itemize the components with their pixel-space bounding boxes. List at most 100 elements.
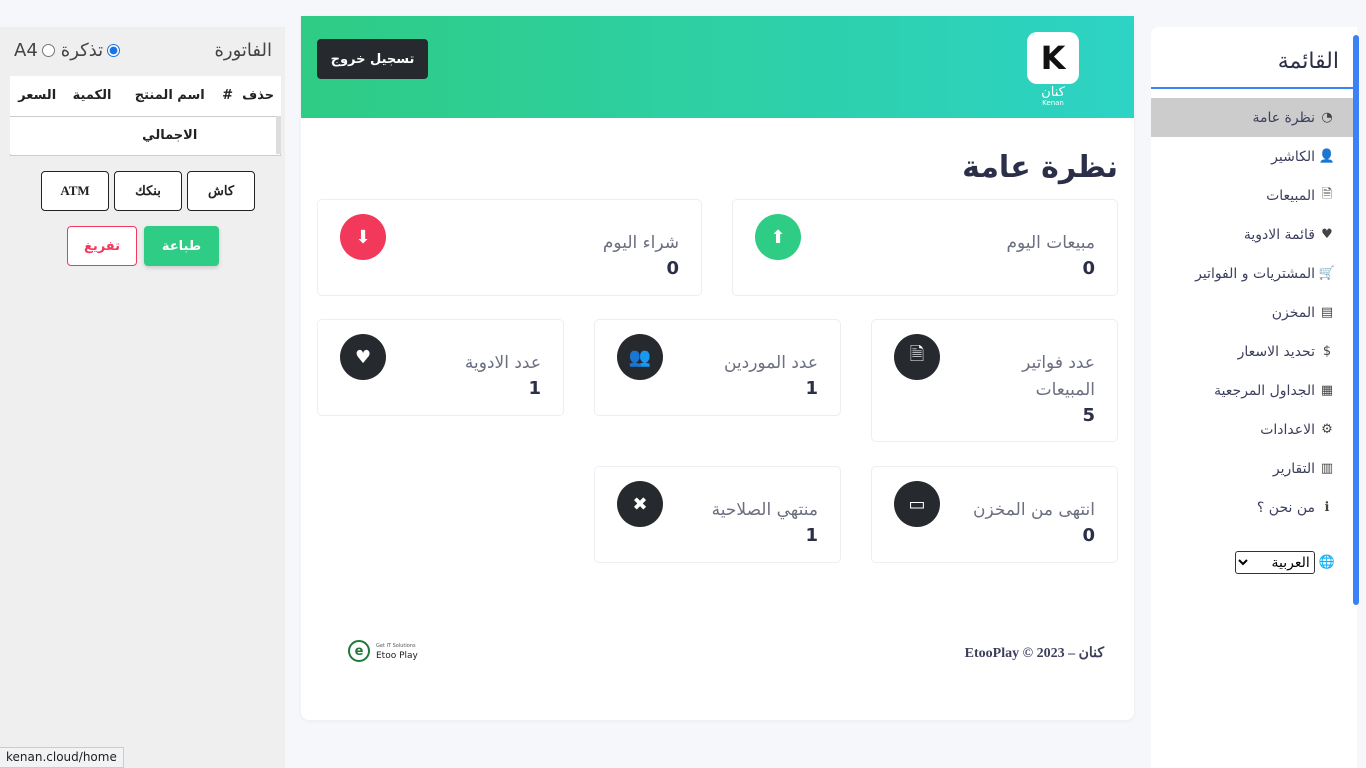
stat-value: 5 — [1082, 405, 1095, 426]
logo-sub-name: Kenan — [1042, 99, 1064, 107]
kenan-logo: K — [1027, 32, 1079, 84]
file-icon: 🗎 — [894, 334, 940, 380]
gear-icon: ⚙ — [1321, 422, 1333, 437]
stat-card-today-purchases: شراء اليوم 0 ⬇ — [317, 199, 702, 296]
stat-label: انتهى من المخزن — [972, 500, 1095, 520]
table-header-row: حذف # اسم المنتج الكمية السعر — [10, 76, 281, 117]
file-icon: 🗎 — [1321, 186, 1333, 202]
bankak-button[interactable]: بنكك — [114, 171, 182, 211]
sidebar-item-label: المشتريات و الفواتير — [1195, 265, 1315, 282]
stat-value: 0 — [666, 258, 679, 279]
stat-card-out-of-stock: انتهى من المخزن 0 ▭ — [871, 466, 1118, 563]
sidebar-title: القائمة — [1151, 27, 1357, 89]
column-header-price: السعر — [10, 76, 65, 117]
stat-card-sales-invoices: عدد فواتير المبيعات 5 🗎 — [871, 319, 1118, 442]
status-bar-url: kenan.cloud/home — [0, 747, 124, 768]
stat-label: عدد الادوية — [464, 353, 541, 373]
stat-value: 1 — [528, 378, 541, 399]
tachometer-icon: ◔ — [1321, 110, 1333, 125]
sidebar-item-settings[interactable]: ⚙ الاعدادات — [1151, 410, 1357, 449]
sidebar-item-label: المبيعات — [1266, 187, 1315, 204]
sidebar: القائمة ◔ نظرة عامة 👤 الكاشير 🗎 المبيعات… — [1151, 27, 1359, 768]
sidebar-item-pricing[interactable]: $ تحديد الاسعار — [1151, 332, 1357, 371]
stat-label: عدد فواتير المبيعات — [1022, 353, 1095, 400]
sidebar-item-sales[interactable]: 🗎 المبيعات — [1151, 176, 1357, 215]
heart-icon: ♥ — [1321, 227, 1333, 242]
print-button[interactable]: طباعة — [144, 226, 219, 266]
payment-methods: كاش بنكك ATM — [41, 171, 255, 211]
language-icon: 🌐 — [1318, 555, 1335, 570]
invoice-table: حذف # اسم المنتج الكمية السعر الاجمالي — [10, 76, 281, 154]
a4-option-label: A4 — [14, 40, 38, 61]
sidebar-item-reports[interactable]: ▥ التقارير — [1151, 449, 1357, 488]
sidebar-item-label: تحديد الاسعار — [1237, 343, 1315, 360]
table-scrollbar[interactable] — [276, 116, 281, 154]
page-title: نظرة عامة — [962, 150, 1118, 185]
logo-name: كنان — [1041, 85, 1065, 100]
battery-empty-icon: ▭ — [894, 481, 940, 527]
total-label: الاجمالي — [142, 127, 198, 143]
stat-label: منتهي الصلاحية — [711, 500, 818, 520]
etoo-mark-icon: e — [348, 640, 370, 662]
sidebar-item-warehouse[interactable]: ▤ المخزن — [1151, 293, 1357, 332]
cash-button[interactable]: كاش — [187, 171, 255, 211]
sidebar-item-overview[interactable]: ◔ نظرة عامة — [1151, 98, 1357, 137]
column-header-product: اسم المنتج — [119, 76, 220, 117]
user-icon: 👤 — [1318, 149, 1336, 164]
sidebar-item-purchases[interactable]: 🛒 المشتريات و الفواتير — [1151, 254, 1357, 293]
sidebar-item-label: قائمة الادوية — [1243, 226, 1315, 243]
dollar-icon: $ — [1322, 344, 1332, 359]
stat-value: 0 — [1082, 525, 1095, 546]
sidebar-item-medicines[interactable]: ♥ قائمة الادوية — [1151, 215, 1357, 254]
stat-value: 1 — [805, 525, 818, 546]
users-icon: 👥 — [617, 334, 663, 380]
info-icon: ℹ — [1324, 500, 1330, 515]
stat-card-expired: منتهي الصلاحية 1 ✖ — [594, 466, 841, 563]
heart-icon: ♥ — [340, 334, 386, 380]
etoo-play-logo[interactable]: e Get IT Solutions Etoo Play — [348, 640, 418, 662]
a4-option[interactable]: A4 — [14, 40, 55, 61]
a4-radio[interactable] — [41, 44, 55, 57]
total-row: الاجمالي — [10, 116, 281, 154]
language-select[interactable]: العربية — [1234, 551, 1315, 574]
clear-button[interactable]: تفريغ — [67, 226, 137, 266]
ticket-radio[interactable] — [107, 44, 121, 57]
sidebar-item-label: الاعدادات — [1260, 421, 1315, 438]
logo-caption: كنان Kenan — [1033, 86, 1073, 107]
stat-label: مبيعات اليوم — [1006, 233, 1096, 253]
atm-button[interactable]: ATM — [41, 171, 109, 211]
stat-card-today-sales: مبيعات اليوم 0 ⬆ — [732, 199, 1118, 296]
sidebar-item-label: الجداول المرجعية — [1214, 382, 1315, 399]
column-header-delete: حذف — [235, 76, 281, 117]
sidebar-item-label: المخزن — [1271, 304, 1315, 321]
language-switcher: 🌐 العربية — [1151, 551, 1357, 574]
stat-value: 0 — [1082, 258, 1095, 279]
brand-name: Etoo Play — [376, 651, 418, 661]
table-icon: ▦ — [1320, 383, 1334, 398]
copyright-text: كنان – 2023 © EtooPlay — [964, 646, 1104, 661]
stat-value: 1 — [805, 378, 818, 399]
stat-label: عدد الموردين — [723, 353, 818, 373]
invoice-title: الفاتورة — [214, 40, 272, 61]
dashboard-card: تسجيل خروج K كنان Kenan نظرة عامة مبيعات… — [301, 16, 1134, 720]
close-icon: ✖ — [617, 481, 663, 527]
logout-button[interactable]: تسجيل خروج — [317, 39, 428, 79]
archive-icon: ▤ — [1320, 305, 1334, 320]
arrow-down-icon: ⬇ — [340, 214, 386, 260]
sidebar-item-reference-tables[interactable]: ▦ الجداول المرجعية — [1151, 371, 1357, 410]
sidebar-item-about[interactable]: ℹ من نحن ؟ — [1151, 488, 1357, 527]
sidebar-menu: ◔ نظرة عامة 👤 الكاشير 🗎 المبيعات ♥ قائمة… — [1151, 98, 1357, 527]
invoice-actions: تفريغ طباعة — [67, 226, 219, 266]
ticket-option[interactable]: تذكرة — [60, 40, 121, 61]
bar-chart-icon: ▥ — [1320, 461, 1334, 476]
ticket-option-label: تذكرة — [60, 40, 104, 61]
stat-card-medicines: عدد الادوية 1 ♥ — [317, 319, 564, 416]
stat-label: شراء اليوم — [602, 233, 679, 253]
column-header-quantity: الكمية — [64, 76, 120, 117]
sidebar-item-cashier[interactable]: 👤 الكاشير — [1151, 137, 1357, 176]
cart-icon: 🛒 — [1318, 266, 1336, 281]
sidebar-item-label: من نحن ؟ — [1256, 499, 1315, 516]
sidebar-item-label: الكاشير — [1271, 148, 1315, 165]
column-header-number: # — [219, 76, 236, 117]
stat-card-suppliers: عدد الموردين 1 👥 — [594, 319, 841, 416]
